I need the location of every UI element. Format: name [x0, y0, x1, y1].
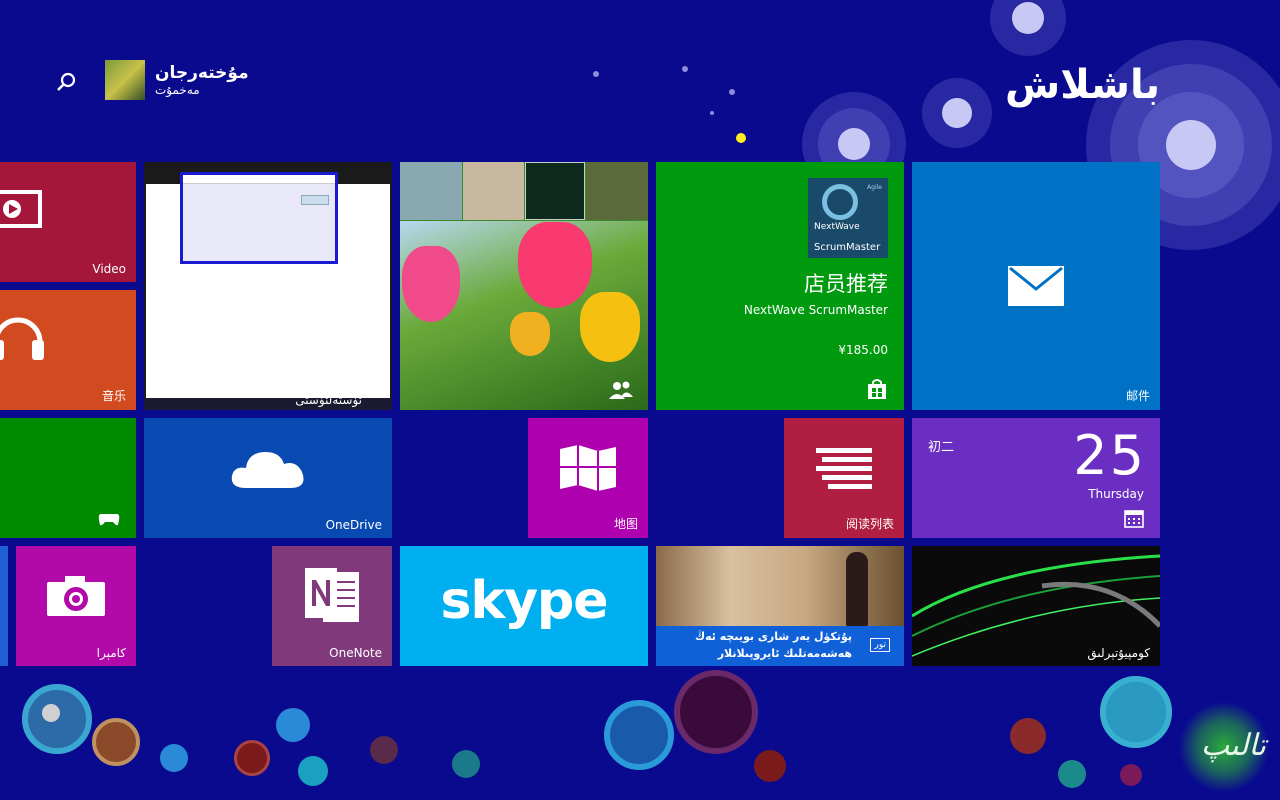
tile-camera[interactable]: كامېرا [16, 546, 136, 666]
user-account[interactable]: مۇختەرجان مەخمۇت [105, 60, 249, 100]
onenote-icon [305, 568, 359, 623]
tile-onedrive[interactable]: OneDrive [144, 418, 392, 538]
map-icon [560, 445, 616, 492]
tile-desktop-label: ئۈستەلئۈستى [295, 393, 362, 407]
store-price: ¥185.00 [838, 343, 888, 357]
avatar[interactable] [105, 60, 145, 100]
video-icon [0, 190, 42, 228]
store-bag-icon [868, 379, 886, 399]
search-icon[interactable] [55, 70, 79, 94]
tile-maps-label: 地图 [613, 517, 638, 531]
tile-photos[interactable] [400, 162, 648, 410]
calendar-weekday: Thursday [1088, 487, 1144, 501]
desktop-window [180, 172, 338, 264]
tile-onedrive-label: OneDrive [325, 518, 382, 532]
tile-mail[interactable]: 邮件 [912, 162, 1160, 410]
people-icon [609, 381, 633, 399]
tile-music-label: 音乐 [101, 389, 126, 403]
news-headline-1: پۇتكۈل يەر شارى بويىچە ئەڭ [695, 630, 852, 643]
tile-music[interactable]: 音乐 [0, 290, 136, 410]
reading-list-icon [816, 448, 872, 490]
mail-icon [1008, 266, 1064, 306]
user-subtitle: مەخمۇت [155, 83, 200, 97]
store-category: 店员推荐 [804, 272, 888, 296]
watermark-logo: تالىپ [1178, 702, 1270, 792]
tile-onenote[interactable]: OneNote [272, 546, 392, 666]
logo-brand: NextWave [814, 222, 860, 232]
tile-video-label: Video [92, 262, 126, 276]
calendar-lunar-date: 初二 [928, 440, 955, 455]
tile-store[interactable]: Agile NextWave ScrumMaster 店员推荐 NextWave… [656, 162, 904, 410]
tile-games[interactable] [0, 418, 136, 538]
tile-reading-list-label: 阅读列表 [845, 517, 894, 531]
tile-news[interactable]: پۇتكۈل يەر شارى بويىچە ئەڭ ھەشەمەتلىك ئا… [656, 546, 904, 666]
news-headline-2: ھەشەمەتلىك ئايروپىلانلار [717, 647, 852, 660]
watermark-text: تالىپ [1200, 728, 1266, 763]
page-title: باشلاش [1005, 62, 1160, 108]
calendar-date: 25 [1073, 424, 1146, 487]
tile-wallpaper[interactable]: كومپيۇتېرلىق [912, 546, 1160, 666]
tile-calendar[interactable]: 初二 25 Thursday [912, 418, 1160, 538]
tile-skype[interactable]: skype [400, 546, 648, 666]
user-name: مۇختەرجان [155, 63, 249, 83]
gamepad-icon [98, 514, 120, 526]
scrummaster-logo: Agile NextWave ScrumMaster [808, 178, 888, 258]
calendar-icon [1124, 510, 1144, 528]
camera-icon [47, 576, 105, 617]
tile-mail-label: 邮件 [1125, 389, 1150, 403]
tile-partial-blue[interactable] [0, 546, 8, 666]
tile-maps[interactable]: 地图 [528, 418, 648, 538]
logo-product: ScrumMaster [814, 242, 881, 253]
skype-logo: skype [440, 571, 609, 632]
tile-reading-list[interactable]: 阅读列表 [784, 418, 904, 538]
logo-badge: Agile [867, 184, 882, 191]
tile-wallpaper-label: كومپيۇتېرلىق [1087, 646, 1150, 660]
cloud-icon [231, 452, 304, 489]
store-app-name: NextWave ScrumMaster [743, 303, 888, 317]
news-tag: تور [870, 638, 890, 652]
headphones-icon [0, 317, 44, 360]
tile-desktop[interactable]: ئۈستەلئۈستى [144, 162, 392, 410]
tile-onenote-label: OneNote [329, 646, 382, 660]
tile-camera-label: كامېرا [96, 646, 126, 660]
tile-video[interactable]: Video [0, 162, 136, 282]
